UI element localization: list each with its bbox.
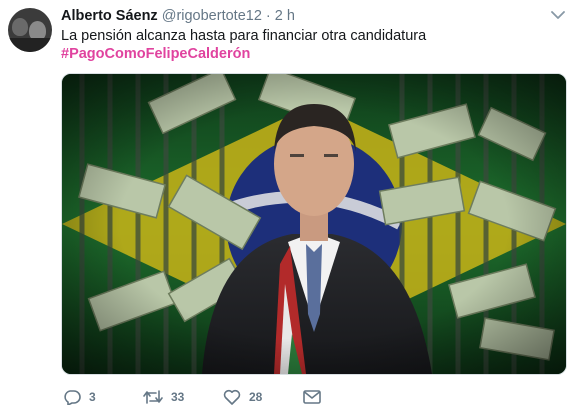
reply-button[interactable]: 3 xyxy=(63,387,96,407)
tweet-text: La pensión alcanza hasta para financiar … xyxy=(61,28,427,44)
author-handle[interactable]: @rigobertote12 xyxy=(162,8,262,24)
like-button[interactable]: 28 xyxy=(223,387,262,407)
chevron-down-icon[interactable] xyxy=(551,10,565,20)
tweet-header: Alberto Sáenz @rigobertote12 · 2 h xyxy=(61,7,295,25)
avatar[interactable] xyxy=(8,8,52,52)
reply-icon xyxy=(64,390,81,405)
photo-illustration xyxy=(62,74,566,374)
like-count: 28 xyxy=(249,390,263,404)
retweet-count: 33 xyxy=(171,390,185,404)
reply-count: 3 xyxy=(89,390,96,404)
heart-icon xyxy=(223,389,241,405)
separator-dot: · xyxy=(265,8,271,24)
tweet-actions: 3 33 28 xyxy=(63,387,363,407)
author-name[interactable]: Alberto Sáenz xyxy=(61,8,158,24)
retweet-button[interactable]: 33 xyxy=(143,387,184,407)
retweet-icon xyxy=(143,390,163,404)
tweet-image[interactable] xyxy=(61,73,567,375)
timestamp[interactable]: 2 h xyxy=(275,8,295,24)
direct-message-button[interactable] xyxy=(303,387,321,407)
hashtag-link[interactable]: #PagoComoFelipeCalderón xyxy=(61,45,250,64)
message-icon xyxy=(303,390,321,404)
